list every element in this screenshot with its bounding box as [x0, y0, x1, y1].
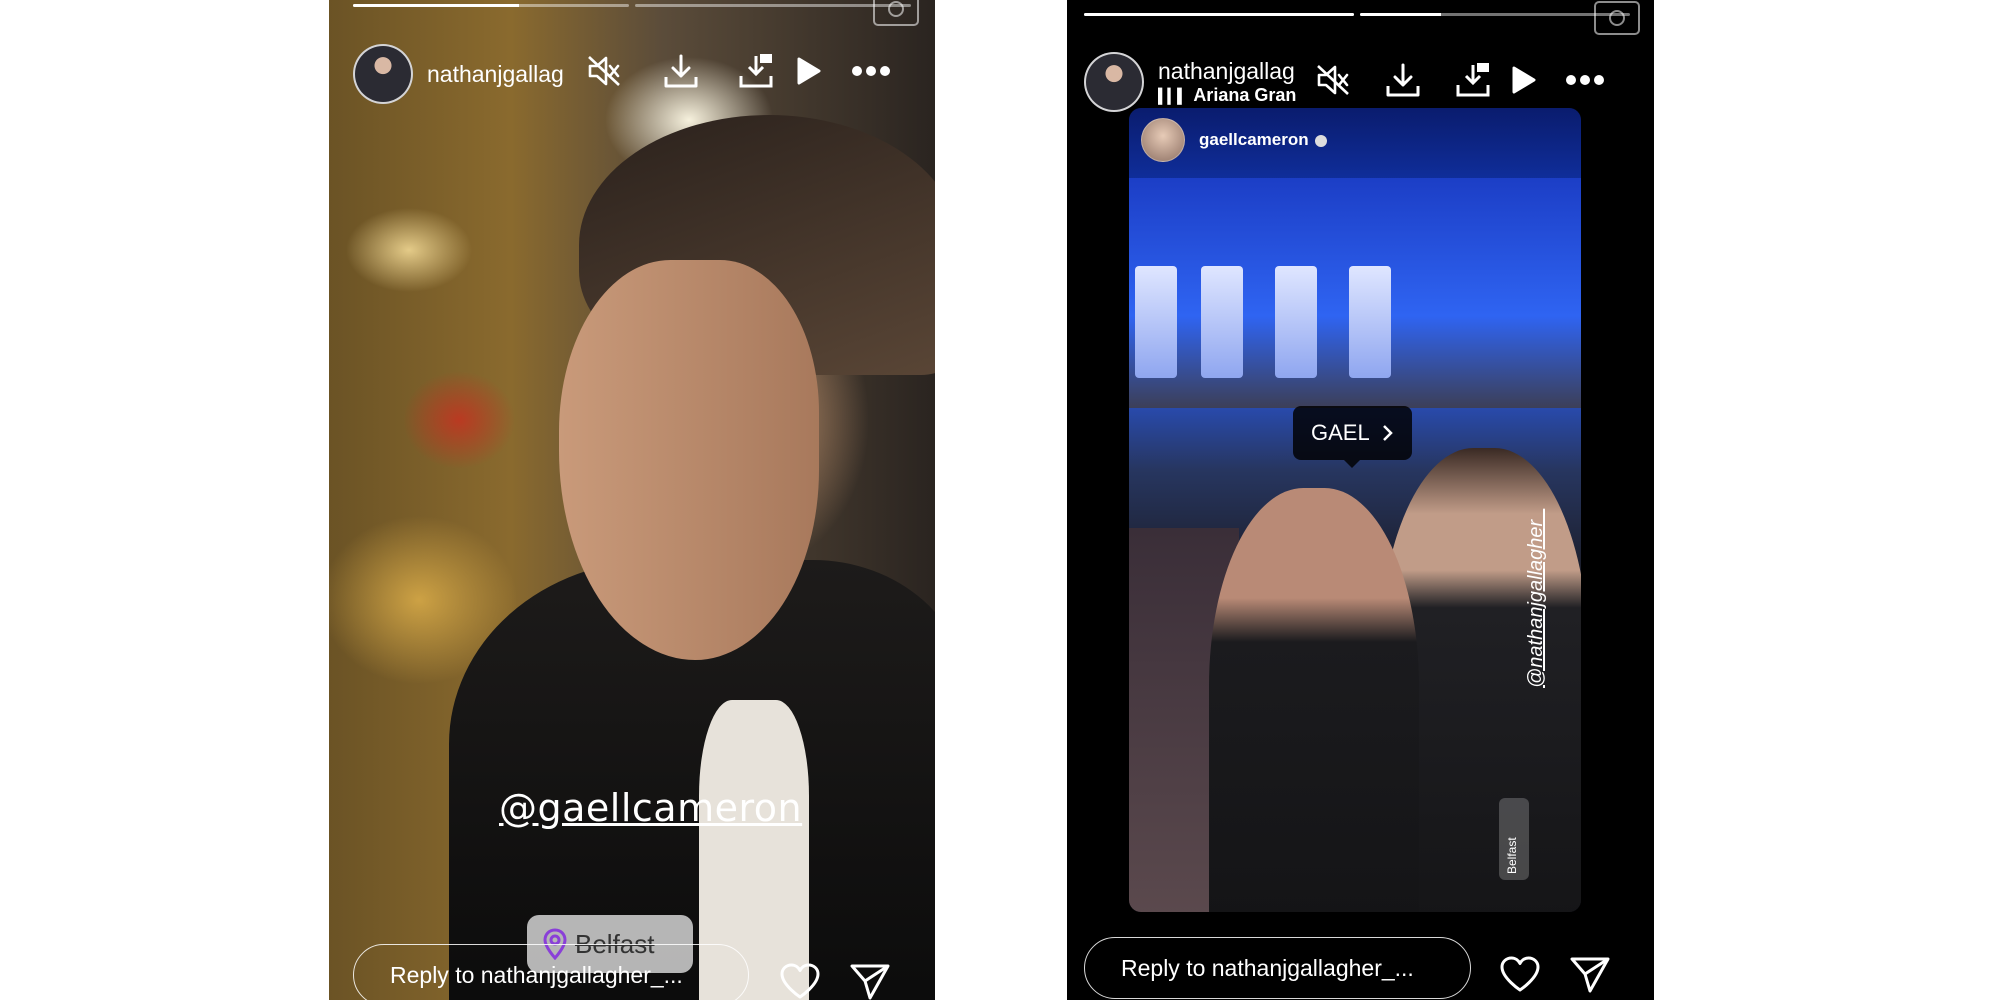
speaker-muted-icon[interactable] [587, 55, 621, 87]
download-icon[interactable] [663, 53, 699, 89]
shared-photo [1129, 108, 1581, 912]
story-left: nathanjgallagher_ @gaellcameron Belfast … [329, 0, 935, 1000]
progress-bar [353, 4, 911, 7]
photo-person [1209, 488, 1419, 912]
progress-segment [1360, 13, 1630, 16]
heart-icon[interactable] [1499, 955, 1541, 993]
camera-icon[interactable] [873, 0, 919, 26]
reply-input[interactable]: Reply to nathanjgallagher_... [1084, 937, 1471, 999]
song-name: Ariana Grande [1193, 85, 1296, 105]
save-icon[interactable] [1454, 61, 1492, 99]
send-icon[interactable] [849, 962, 891, 1000]
user-tag-label: GAEL [1311, 420, 1370, 445]
avatar[interactable] [1084, 52, 1144, 112]
shared-post-header: gaellcameron [1141, 118, 1327, 162]
progress-segment [1084, 13, 1354, 16]
username[interactable]: nathanjgallagher_ [1158, 58, 1296, 85]
send-icon[interactable] [1569, 955, 1611, 995]
shared-post-username[interactable]: gaellcameron [1199, 130, 1327, 150]
story-header: nathanjgallagher_ [353, 44, 565, 104]
story-header: nathanjgallagher_ ▍▎▍ Ariana Grande [1084, 52, 1296, 112]
photo-window [1349, 266, 1391, 378]
save-icon[interactable] [737, 52, 775, 90]
play-icon[interactable] [1510, 65, 1538, 95]
shared-post[interactable]: gaellcameron GAEL @nathanjgallagher_ Bel… [1129, 108, 1581, 912]
photo-window [1135, 266, 1177, 378]
download-icon[interactable] [1385, 62, 1421, 98]
speaker-muted-icon[interactable] [1316, 64, 1350, 96]
vertical-location-sticker[interactable]: Belfast [1499, 798, 1529, 880]
progress-segment [353, 4, 629, 7]
photo-window [1275, 266, 1317, 378]
progress-bar [1084, 13, 1630, 16]
avatar[interactable] [1141, 118, 1185, 162]
play-icon[interactable] [795, 56, 823, 86]
vertical-mention[interactable]: @nathanjgallagher_ [1525, 509, 1548, 688]
mention-sticker[interactable]: @gaellcameron [499, 786, 802, 830]
photo-window [1201, 266, 1243, 378]
chevron-right-icon [1382, 425, 1393, 441]
username[interactable]: nathanjgallagher_ [427, 61, 565, 88]
song-label[interactable]: ▍▎▍ Ariana Grande [1158, 85, 1296, 106]
story-right: nathanjgallagher_ ▍▎▍ Ariana Grande [1067, 0, 1654, 1000]
user-tag[interactable]: GAEL [1293, 406, 1412, 468]
vertical-location-label: Belfast [1505, 837, 1519, 874]
avatar[interactable] [353, 44, 413, 104]
progress-segment [635, 4, 911, 7]
story-photo [329, 0, 935, 1000]
shared-post-username-text: gaellcameron [1199, 130, 1309, 149]
reply-input[interactable]: Reply to nathanjgallagher_... [353, 944, 749, 1000]
verified-badge-icon [1314, 134, 1327, 147]
more-icon[interactable] [851, 64, 891, 78]
audio-bars-icon: ▍▎▍ [1158, 88, 1188, 104]
heart-icon[interactable] [779, 962, 821, 1000]
camera-icon[interactable] [1594, 1, 1640, 35]
more-icon[interactable] [1565, 73, 1605, 87]
